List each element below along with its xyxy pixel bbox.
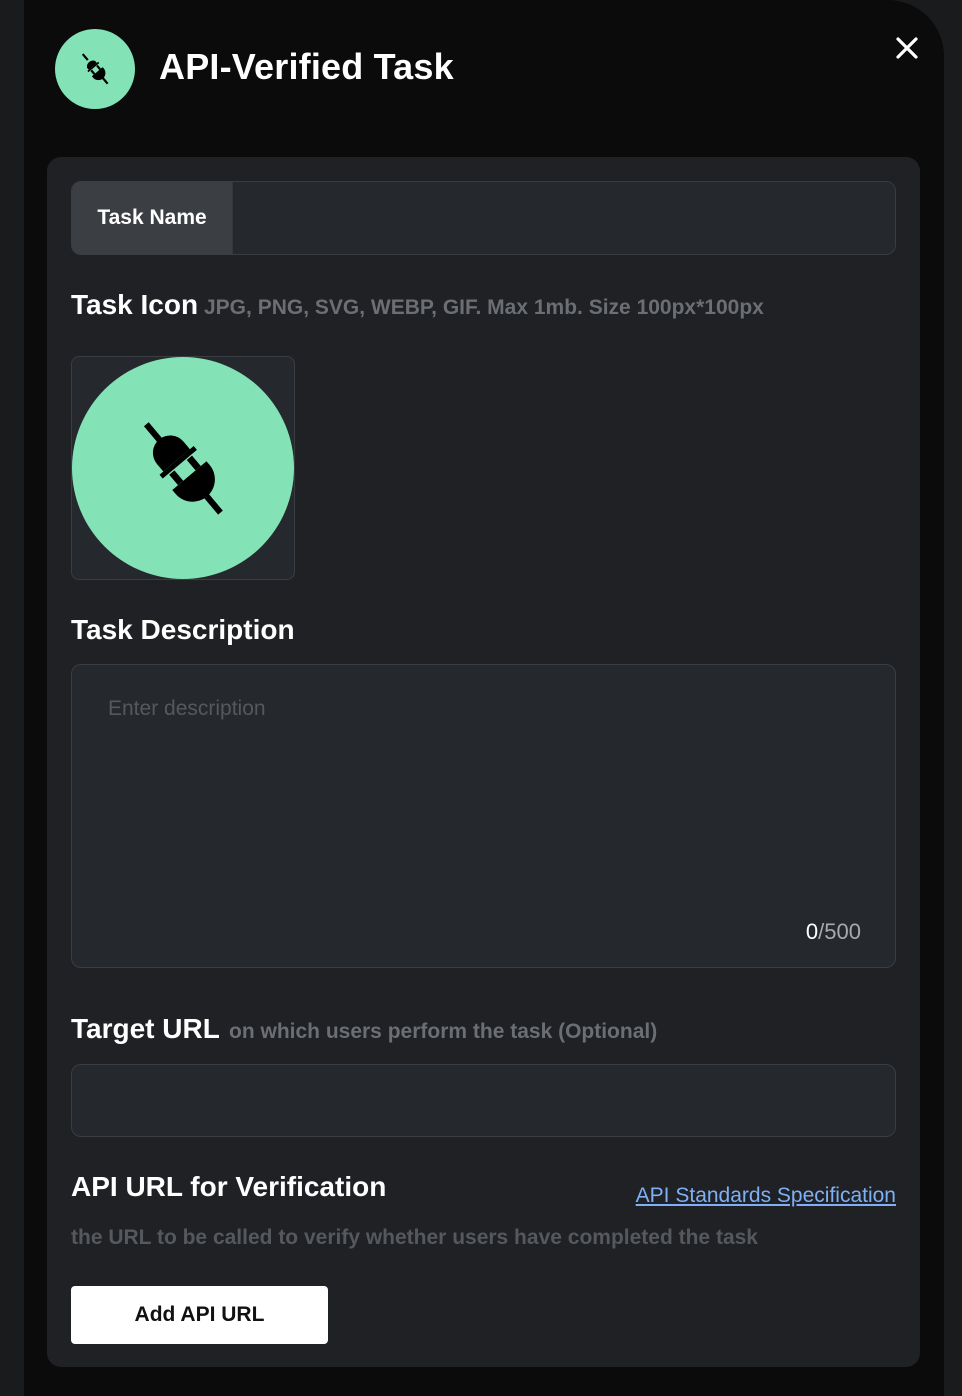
- task-name-field: Task Name: [71, 181, 896, 255]
- api-verified-task-modal: API-Verified Task Task Name Task Icon JP…: [24, 0, 944, 1396]
- task-icon-preview: [72, 357, 294, 579]
- task-icon-title: Task Icon: [71, 289, 199, 320]
- task-description-input[interactable]: [72, 665, 895, 967]
- api-url-hint: the URL to be called to verify whether u…: [71, 1226, 758, 1249]
- target-url-title: Target URL: [71, 1013, 220, 1044]
- character-max: /500: [818, 919, 861, 944]
- close-button[interactable]: [892, 33, 922, 63]
- task-description-field: 0/500: [71, 664, 896, 968]
- modal-title: API-Verified Task: [159, 46, 454, 87]
- target-url-hint: on which users perform the task (Optiona…: [229, 1020, 658, 1043]
- task-name-label: Task Name: [72, 182, 232, 254]
- task-icon-hint: JPG, PNG, SVG, WEBP, GIF. Max 1mb. Size …: [204, 296, 764, 319]
- api-url-title: API URL for Verification: [71, 1171, 387, 1202]
- plug-icon: [81, 53, 109, 85]
- add-api-url-button[interactable]: Add API URL: [71, 1286, 328, 1344]
- api-standards-link[interactable]: API Standards Specification: [636, 1184, 896, 1208]
- character-count: 0: [805, 919, 819, 944]
- task-name-input[interactable]: [232, 182, 895, 254]
- form-panel: Task Name Task Icon JPG, PNG, SVG, WEBP,…: [47, 157, 920, 1367]
- header-plug-badge: [55, 29, 135, 109]
- task-icon-upload[interactable]: [71, 356, 295, 580]
- task-description-title: Task Description: [71, 614, 295, 645]
- close-icon: [896, 37, 918, 59]
- character-counter: 0/500: [806, 919, 861, 945]
- target-url-input[interactable]: [71, 1064, 896, 1137]
- plug-icon: [143, 422, 223, 515]
